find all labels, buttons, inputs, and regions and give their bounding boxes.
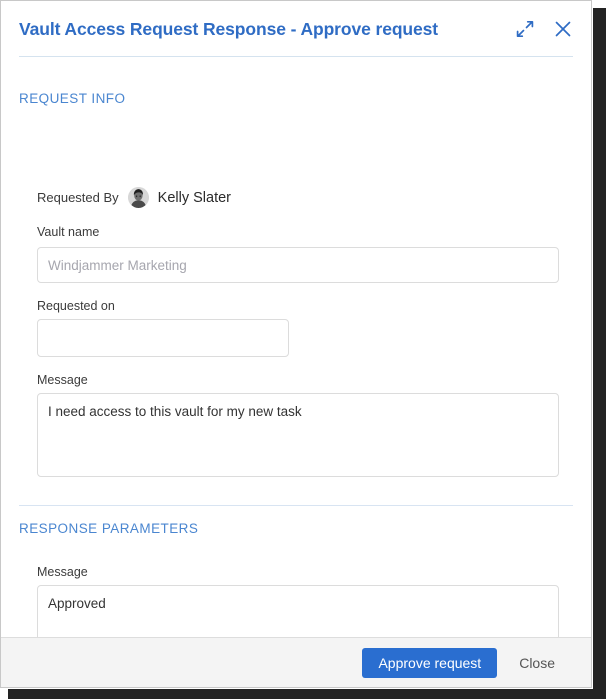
response-message-label: Message [37, 565, 88, 579]
vault-access-request-dialog: Vault Access Request Response - Approve … [0, 0, 592, 688]
requested-by-label: Requested By [37, 190, 119, 205]
requested-by-name: Kelly Slater [157, 189, 232, 206]
dialog-header-actions [515, 19, 573, 39]
dialog-drop-shadow-right [593, 8, 606, 699]
dialog-header: Vault Access Request Response - Approve … [1, 1, 591, 57]
requested-by-row: Requested By Kelly Slater [37, 187, 231, 208]
avatar [127, 187, 149, 208]
section-title-response-parameters: RESPONSE PARAMETERS [19, 521, 199, 536]
dialog-footer: Approve request Close [1, 637, 591, 687]
dialog-body: REQUEST INFO Requested By Kelly Slater V… [1, 57, 591, 637]
requested-on-label: Requested on [37, 299, 115, 313]
close-button[interactable]: Close [503, 648, 571, 678]
response-message-textarea[interactable] [37, 585, 559, 637]
expand-diagonal-icon[interactable] [515, 19, 535, 39]
section-title-request-info: REQUEST INFO [19, 91, 126, 106]
request-message-label: Message [37, 373, 88, 387]
request-message-textarea[interactable] [37, 393, 559, 477]
approve-request-button[interactable]: Approve request [362, 647, 498, 678]
vault-name-label: Vault name [37, 225, 100, 239]
requested-on-input[interactable] [37, 319, 289, 357]
dialog-title: Vault Access Request Response - Approve … [19, 18, 439, 39]
dialog-drop-shadow-bottom [8, 689, 606, 699]
close-x-icon[interactable] [553, 19, 573, 39]
vault-name-input[interactable] [37, 247, 559, 283]
section-divider [19, 505, 573, 506]
